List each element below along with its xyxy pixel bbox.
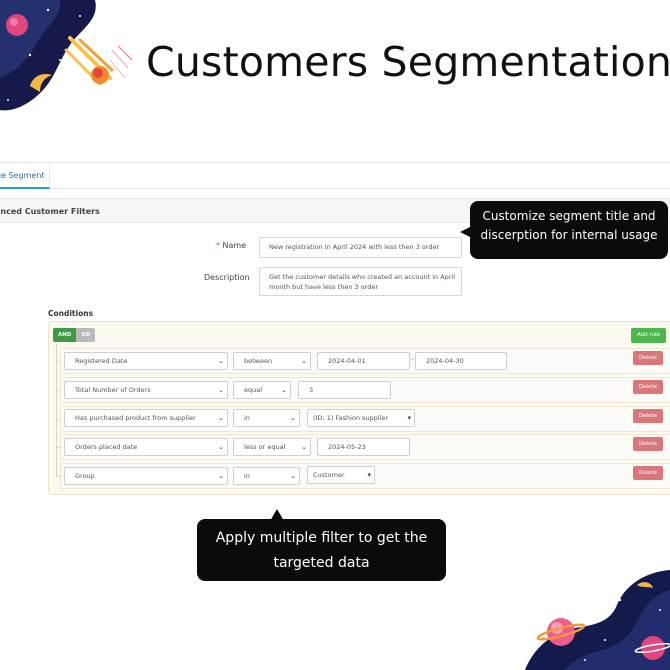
description-label: Description	[204, 273, 250, 282]
rule-operator-value: in	[244, 472, 250, 480]
rule-value-text: (ID: 1) Fashion supplier	[313, 414, 389, 422]
rule-tree-line	[56, 344, 57, 477]
rule-field-value: Has purchased product from supplier	[75, 414, 196, 422]
chevron-down-icon: ⌄	[218, 414, 224, 422]
rule-field-select[interactable]: Has purchased product from supplier ⌄	[64, 409, 228, 427]
title-tip-callout: Customize segment title and discerption …	[470, 201, 668, 259]
rule-operator-select[interactable]: less or equal ⌄	[233, 438, 311, 456]
panel-title: anced Customer Filters	[0, 207, 100, 216]
filter-tip-line-2: targeted data	[273, 555, 370, 571]
rule-value-input[interactable]: 2024-04-01	[317, 352, 410, 370]
title-tip-line-1: Customize segment title and	[482, 209, 656, 223]
rule-value-input[interactable]: 3	[298, 381, 391, 399]
chevron-down-icon: ⌄	[301, 357, 307, 365]
rule-operator-value: between	[244, 357, 273, 365]
chevron-down-icon: ⌄	[281, 386, 287, 394]
tab-bar: ge Segment	[0, 162, 670, 189]
rule-operator-select[interactable]: between ⌄	[233, 352, 311, 370]
rule-field-select[interactable]: Registered Date ⌄	[64, 352, 228, 370]
chevron-down-icon: ⌄	[218, 443, 224, 451]
name-input[interactable]: New registration in April 2024 with less…	[259, 237, 462, 258]
delete-rule-button[interactable]: Delete	[633, 409, 663, 423]
chevron-down-icon: ⌄	[290, 414, 296, 422]
rule-operator-select[interactable]: equal ⌄	[233, 381, 291, 399]
rule-operator-value: equal	[244, 386, 263, 394]
chevron-down-icon: ⌄	[218, 472, 224, 480]
filter-tip-line-1: Apply multiple filter to get the	[215, 530, 428, 546]
and-button[interactable]: AND	[53, 328, 77, 342]
delete-rule-button[interactable]: Delete	[633, 380, 663, 394]
description-line-1: Get the customer details who created an …	[269, 273, 456, 281]
conditions-label: Conditions	[48, 309, 94, 318]
planets-illustration	[525, 570, 670, 670]
chevron-down-icon: ⌄	[218, 386, 224, 394]
rule-value-input[interactable]: 2024-05-23	[317, 438, 410, 456]
rule-field-value: Total Number of Orders	[75, 386, 151, 394]
delete-rule-button[interactable]: Delete	[633, 351, 663, 365]
delete-rule-button[interactable]: Delete	[633, 466, 663, 480]
rule-field-select[interactable]: Orders placed date ⌄	[64, 438, 228, 456]
required-mark: *	[216, 241, 220, 250]
and-or-toggle: AND OR	[53, 328, 96, 342]
rule-field-select[interactable]: Group ⌄	[64, 467, 228, 485]
chevron-down-icon: ⌄	[290, 472, 296, 480]
rule-operator-select[interactable]: in ⌄	[233, 467, 300, 485]
rule-value-text: Customer	[313, 471, 345, 479]
description-textarea[interactable]: Get the customer details who created an …	[259, 267, 462, 296]
caret-down-icon: ▾	[407, 414, 411, 422]
chevron-down-icon: ⌄	[218, 357, 224, 365]
tab-manage-segment[interactable]: ge Segment	[0, 163, 50, 189]
rule-field-value: Group	[75, 472, 95, 480]
page-headline: Customers Segmentation	[146, 38, 670, 86]
delete-rule-button[interactable]: Delete	[633, 437, 663, 451]
rule-value-select[interactable]: Customer ▾	[307, 466, 375, 484]
add-rule-button[interactable]: Add rule	[631, 328, 666, 343]
rule-field-value: Registered Date	[75, 357, 128, 365]
description-line-2: month but have less then 3 order	[269, 283, 379, 291]
rule-field-select[interactable]: Total Number of Orders ⌄	[64, 381, 228, 399]
name-label-text: Name	[222, 241, 247, 250]
range-separator: -	[411, 356, 414, 364]
name-label: * Name	[216, 241, 246, 250]
rule-field-value: Orders placed date	[75, 443, 138, 451]
rule-operator-value: in	[244, 414, 250, 422]
filter-tip-callout: Apply multiple filter to get the targete…	[197, 519, 446, 581]
chevron-down-icon: ⌄	[301, 443, 307, 451]
space-rocket-illustration	[0, 0, 133, 111]
rule-value-select[interactable]: (ID: 1) Fashion supplier ▾	[307, 409, 415, 427]
or-button[interactable]: OR	[76, 328, 96, 342]
caret-down-icon: ▾	[367, 471, 371, 479]
title-tip-line-2: discerption for internal usage	[480, 228, 658, 242]
rule-value-input-2[interactable]: 2024-04-30	[415, 352, 507, 370]
rule-operator-select[interactable]: in ⌄	[233, 409, 300, 427]
rule-operator-value: less or equal	[244, 443, 286, 451]
